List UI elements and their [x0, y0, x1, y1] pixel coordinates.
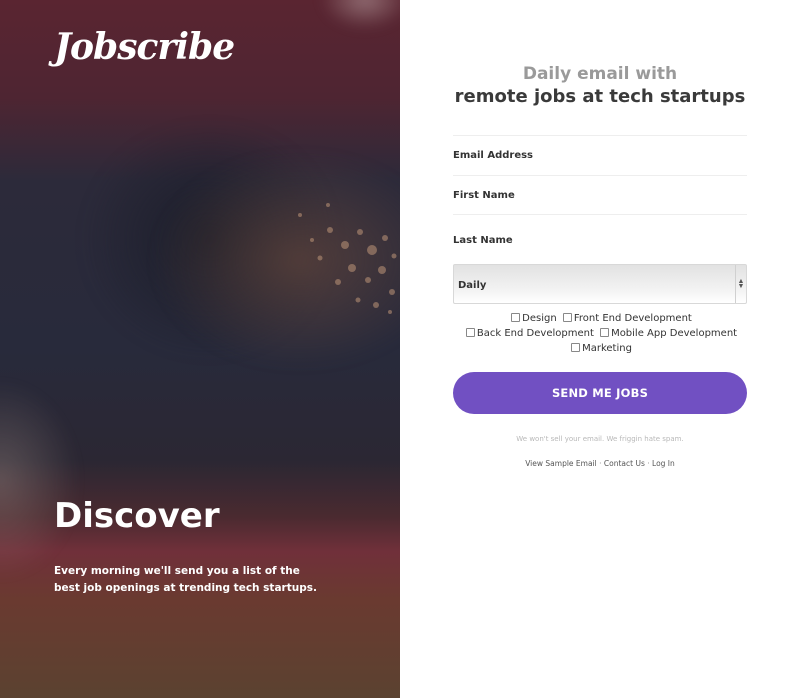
category-label: Mobile App Development	[611, 328, 738, 339]
category-label: Front End Development	[573, 313, 692, 324]
category-design[interactable]: Design	[508, 313, 557, 324]
footer-links: View Sample Email · Contact Us · Log In	[400, 459, 800, 468]
tagline-secondary: remote jobs at tech startups	[454, 86, 746, 107]
first-name-input[interactable]	[453, 176, 747, 213]
category-back-end[interactable]: Back End Development	[463, 328, 594, 339]
category-front-end[interactable]: Front End Development	[560, 313, 692, 324]
email-input[interactable]	[453, 136, 747, 173]
hero-description: Every morning we'll send you a list of t…	[54, 565, 317, 594]
signup-panel: Daily email with remote jobs at tech sta…	[400, 0, 800, 698]
checkbox-icon[interactable]	[465, 328, 475, 337]
last-name-input[interactable]	[453, 215, 747, 260]
link-separator: ·	[599, 459, 602, 468]
category-label: Marketing	[582, 343, 632, 354]
category-label: Back End Development	[476, 328, 594, 339]
checkbox-icon[interactable]	[600, 328, 610, 337]
frequency-value: Daily	[458, 280, 487, 291]
hero-panel: Jobscribe Discover Every morning we'll s…	[0, 0, 400, 698]
email-field[interactable]: Email Address	[453, 135, 747, 173]
hero-headline: Discover	[54, 496, 220, 536]
select-arrows-icon: ▲ ▼	[735, 265, 746, 303]
first-name-field[interactable]: First Name	[453, 175, 747, 213]
category-mobile[interactable]: Mobile App Development	[597, 328, 737, 339]
link-separator: ·	[647, 459, 650, 468]
contact-us-link[interactable]: Contact Us	[604, 459, 645, 468]
checkbox-icon[interactable]	[571, 343, 581, 352]
checkbox-icon[interactable]	[511, 313, 521, 322]
frequency-select[interactable]: Daily ▲ ▼	[453, 264, 747, 304]
last-name-field[interactable]: Last Name	[453, 214, 747, 260]
spam-note: We won't sell your email. We friggin hat…	[516, 435, 684, 443]
view-sample-email-link[interactable]: View Sample Email	[525, 459, 597, 468]
category-marketing[interactable]: Marketing	[568, 343, 632, 354]
checkbox-icon[interactable]	[562, 313, 572, 322]
log-in-link[interactable]: Log In	[652, 459, 675, 468]
category-label: Design	[522, 313, 557, 324]
send-me-jobs-button[interactable]: SEND ME JOBS	[453, 372, 747, 414]
category-checkboxes: Design Front End Development Back End De…	[453, 311, 747, 356]
brand-logo: Jobscribe	[54, 26, 235, 68]
tagline-primary: Daily email with	[522, 64, 678, 84]
